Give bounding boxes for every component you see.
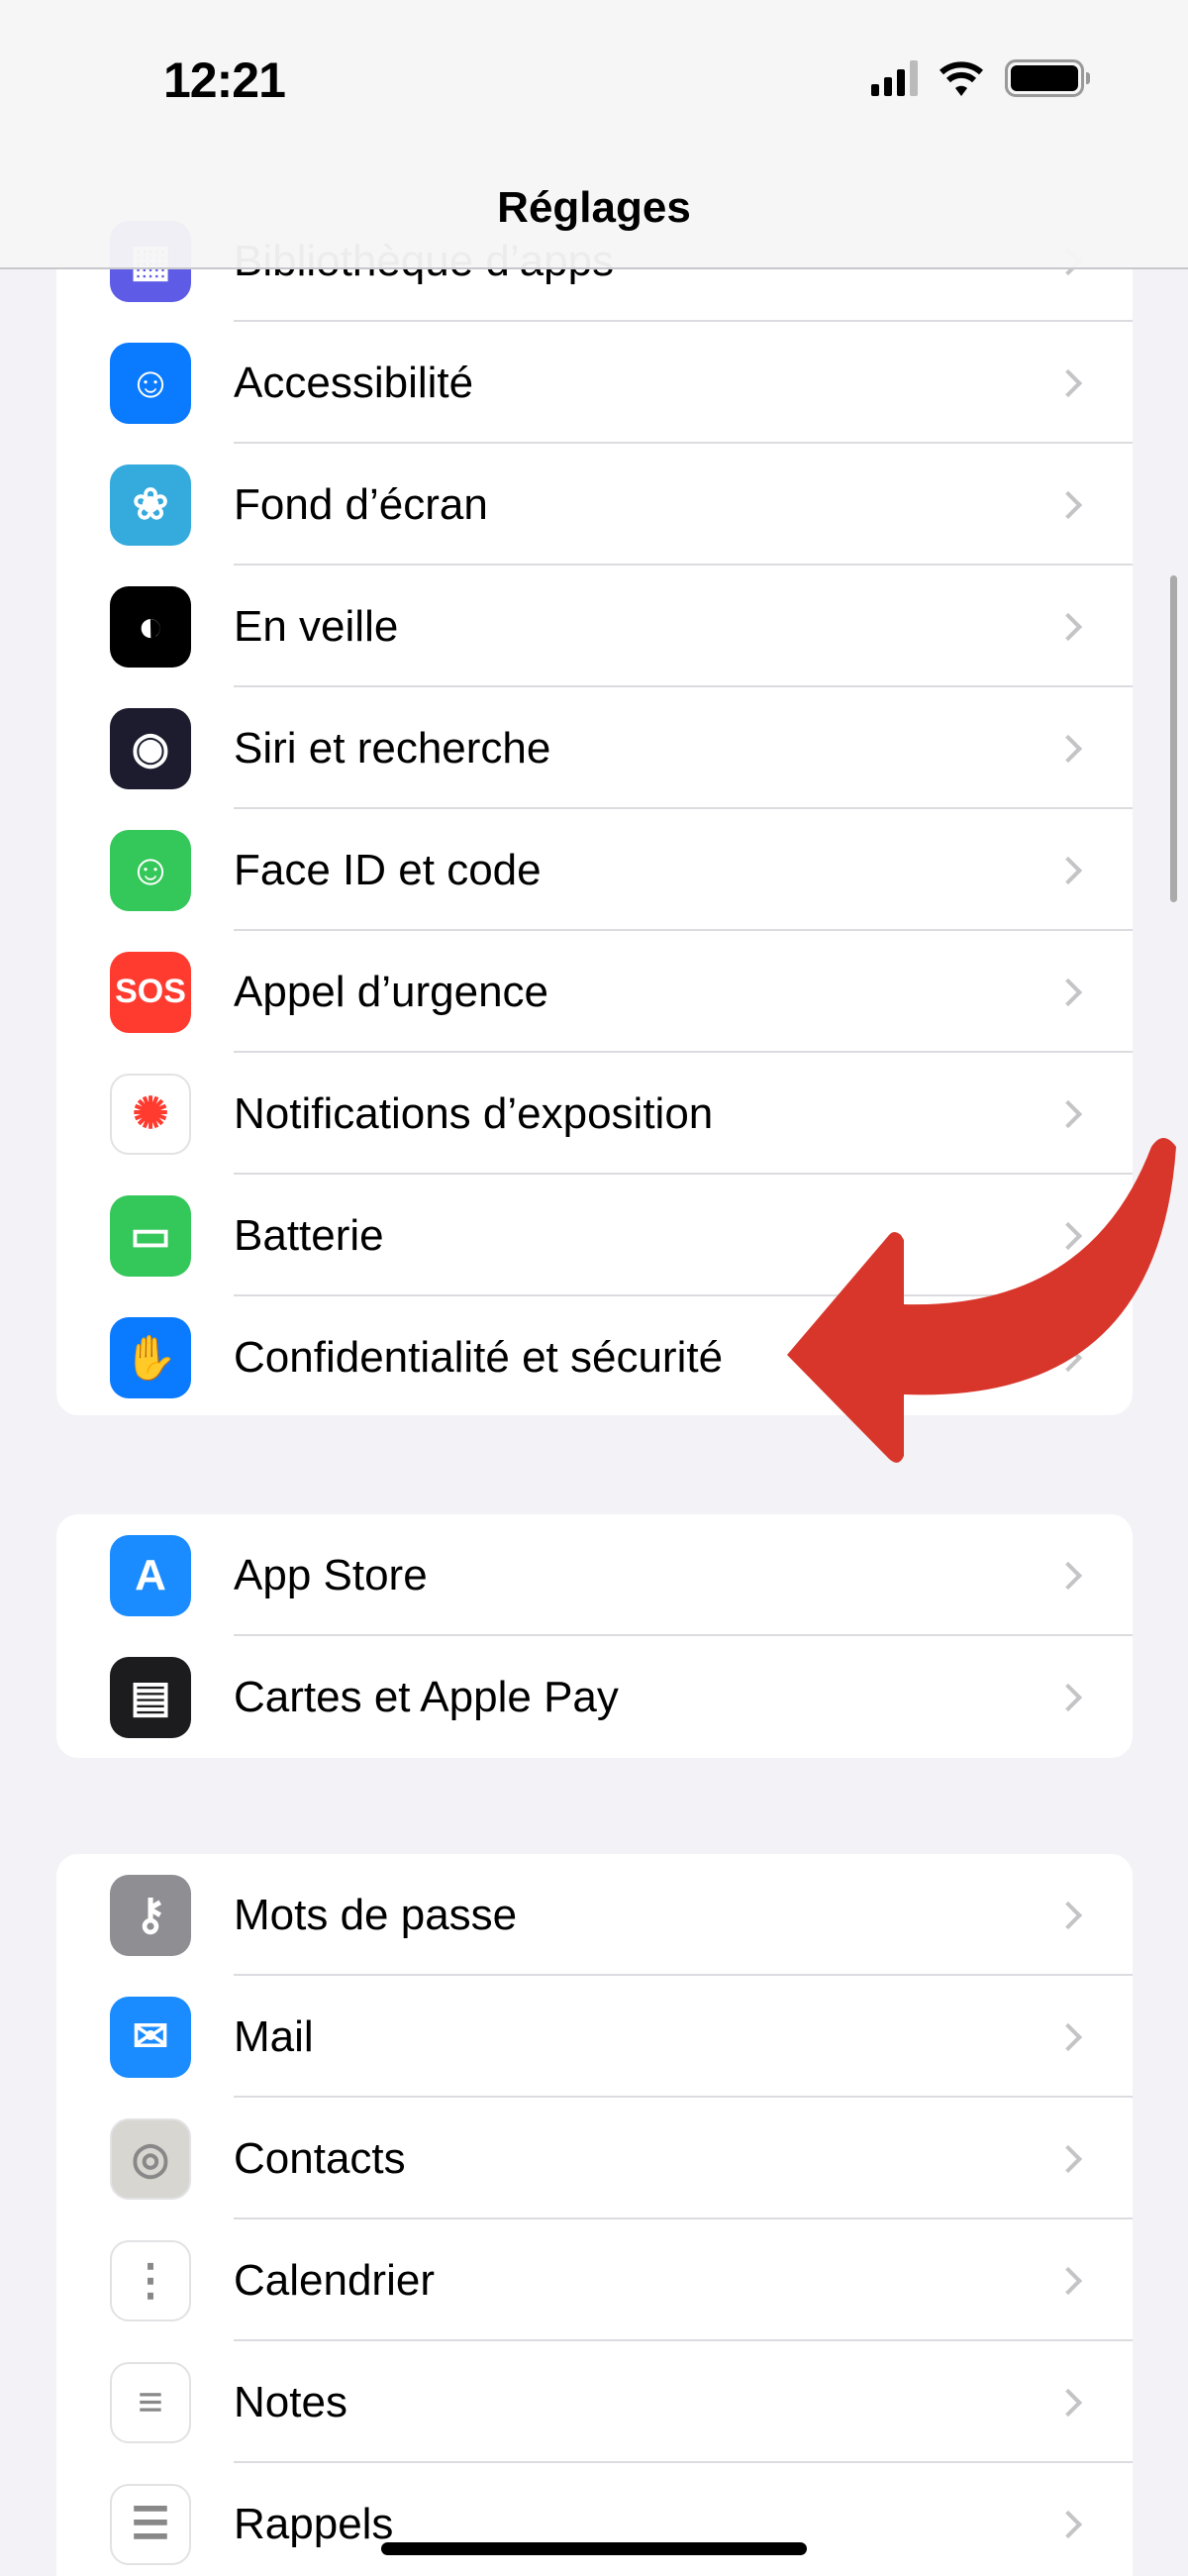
wifi-icon xyxy=(940,61,983,96)
settings-screen: 12:21 Réglages ▦Bibliothèque d’apps☺Acce… xyxy=(0,0,1188,2576)
battery-icon xyxy=(1005,59,1090,97)
home-indicator[interactable] xyxy=(381,2542,807,2555)
cellular-signal-icon xyxy=(871,60,918,96)
navigation-bar: 12:21 Réglages xyxy=(0,0,1188,269)
arrow-shape xyxy=(787,1138,1176,1463)
status-icons xyxy=(871,59,1090,97)
status-time: 12:21 xyxy=(163,52,286,108)
page-title: Réglages xyxy=(497,183,691,232)
red-arrow-annotation xyxy=(787,1138,1176,1463)
